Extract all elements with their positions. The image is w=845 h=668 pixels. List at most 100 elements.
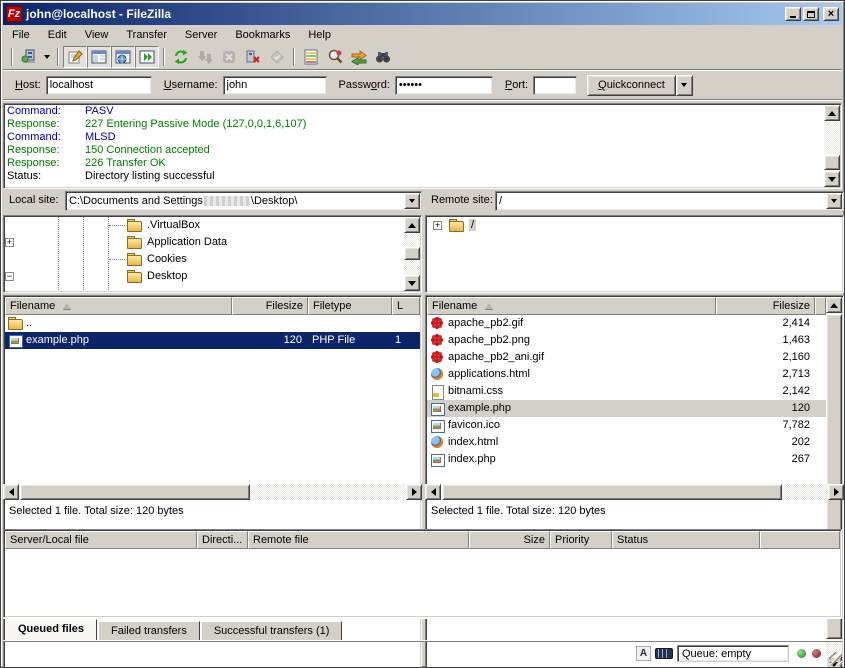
directory-comparison-button[interactable] <box>299 46 323 68</box>
column-header-status[interactable]: Status <box>612 531 760 549</box>
site-manager-dropdown[interactable] <box>41 46 53 68</box>
quickconnect-button[interactable]: Quickconnect <box>587 75 676 96</box>
scroll-thumb[interactable] <box>442 484 782 500</box>
port-input[interactable] <box>533 76 577 95</box>
toolbar <box>3 44 842 70</box>
host-input[interactable] <box>46 76 152 95</box>
log-scrollbar[interactable] <box>824 105 840 187</box>
menu-item[interactable]: File <box>3 27 39 43</box>
scroll-thumb[interactable] <box>404 247 420 260</box>
minimize-button[interactable] <box>785 7 801 21</box>
synchronized-browsing-button[interactable] <box>347 46 371 68</box>
file-row[interactable]: apache_pb2.gif 2,414 <box>427 315 826 332</box>
speed-limits-icon[interactable] <box>655 648 673 659</box>
scroll-up-button[interactable] <box>404 217 420 233</box>
open-folder-icon <box>449 219 464 232</box>
tree-item-label: .VirtualBox <box>147 219 200 231</box>
menu-item[interactable]: Bookmarks <box>226 27 299 43</box>
file-row[interactable]: applications.html 2,713 <box>427 366 826 383</box>
file-row[interactable]: index.html 202 <box>427 434 826 451</box>
column-header-priority[interactable]: Priority <box>550 531 612 549</box>
password-input[interactable] <box>395 76 493 95</box>
column-header-local-file[interactable]: Server/Local file <box>5 531 197 549</box>
menu-item[interactable]: Transfer <box>117 27 176 43</box>
local-tree-scrollbar[interactable] <box>404 217 420 291</box>
column-header-filetype[interactable]: Filetype <box>308 297 392 315</box>
local-hscrollbar[interactable] <box>3 484 422 500</box>
log-line-text: 150 Connection accepted <box>85 144 210 156</box>
resize-grip[interactable] <box>829 652 842 665</box>
menu-item[interactable]: Edit <box>39 27 76 43</box>
ascii-data-type-icon[interactable]: A <box>636 646 651 661</box>
menu-item[interactable]: Server <box>176 27 226 43</box>
file-row[interactable]: example.php 120 PHP File 1 <box>5 332 420 349</box>
scroll-up-button[interactable] <box>826 297 842 313</box>
process-queue-button[interactable] <box>193 46 217 68</box>
scroll-right-button[interactable] <box>406 484 422 500</box>
file-row[interactable]: .. <box>5 315 420 332</box>
disconnect-button[interactable] <box>241 46 265 68</box>
close-button[interactable]: × <box>823 7 839 21</box>
local-path[interactable]: C:\Documents and Settings\Desktop\ <box>69 195 401 207</box>
username-input[interactable] <box>223 76 327 95</box>
remote-path[interactable]: / <box>499 195 823 207</box>
tree-expander[interactable]: + <box>433 221 442 230</box>
site-manager-button[interactable] <box>17 46 41 68</box>
column-header-filesize[interactable]: Filesize <box>716 297 815 315</box>
queue-list: Server/Local file Directi... Remote file… <box>3 529 842 618</box>
file-row[interactable]: example.php 120 <box>427 400 826 417</box>
menu-item[interactable]: View <box>76 27 118 43</box>
scroll-down-button[interactable] <box>824 171 840 187</box>
column-header-lastmodified[interactable]: L <box>392 297 420 315</box>
toggle-local-tree-button[interactable] <box>87 46 111 68</box>
local-path-dropdown[interactable] <box>404 193 420 209</box>
scroll-left-button[interactable] <box>425 484 441 500</box>
tree-item[interactable]: Cookies <box>5 251 403 268</box>
column-header-filename[interactable]: Filename <box>427 297 716 315</box>
refresh-button[interactable] <box>169 46 193 68</box>
menu-item[interactable]: Help <box>299 27 340 43</box>
column-header-direction[interactable]: Directi... <box>197 531 248 549</box>
toggle-transfer-queue-button[interactable] <box>135 46 159 68</box>
remote-tree: + / <box>425 215 844 293</box>
scroll-right-button[interactable] <box>828 484 844 500</box>
tree-expander[interactable]: + <box>5 238 14 247</box>
maximize-button[interactable] <box>803 7 819 21</box>
redacted-username <box>204 196 250 206</box>
quickconnect-dropdown[interactable] <box>676 75 693 96</box>
remote-hscrollbar[interactable] <box>425 484 844 500</box>
file-row[interactable]: apache_pb2.png 1,463 <box>427 332 826 349</box>
remote-path-dropdown[interactable] <box>826 193 842 209</box>
reconnect-button[interactable] <box>265 46 289 68</box>
queue-tab[interactable]: Successful transfers (1) <box>201 621 343 640</box>
scroll-left-button[interactable] <box>3 484 19 500</box>
column-header-size[interactable]: Size <box>469 531 550 549</box>
file-row[interactable]: favicon.ico 7,782 <box>427 417 826 434</box>
column-header-remote-file[interactable]: Remote file <box>248 531 469 549</box>
scroll-down-button[interactable] <box>404 275 420 291</box>
column-header-filename[interactable]: Filename <box>5 297 232 315</box>
tree-item[interactable]: + / <box>427 217 842 234</box>
toggle-message-log-button[interactable] <box>63 46 87 68</box>
scroll-up-button[interactable] <box>824 105 840 121</box>
scroll-thumb[interactable] <box>824 155 840 170</box>
cancel-operation-button[interactable] <box>217 46 241 68</box>
search-files-button[interactable] <box>371 46 395 68</box>
tree-item[interactable]: .VirtualBox <box>5 217 403 234</box>
file-row[interactable]: bitnami.css 2,142 <box>427 383 826 400</box>
queue-tab[interactable]: Failed transfers <box>98 621 200 640</box>
title-bar[interactable]: Fz john@localhost - FileZilla × <box>3 3 842 25</box>
column-header-filesize[interactable]: Filesize <box>232 297 308 315</box>
file-size: 202 <box>716 436 810 448</box>
tree-item[interactable]: − Desktop <box>5 268 403 285</box>
filename-filters-button[interactable] <box>323 46 347 68</box>
remote-site-combo[interactable]: / <box>495 191 844 211</box>
local-site-combo[interactable]: C:\Documents and Settings\Desktop\ <box>65 191 422 211</box>
file-row[interactable]: apache_pb2_ani.gif 2,160 <box>427 349 826 366</box>
tree-expander[interactable]: − <box>5 272 14 281</box>
queue-tab[interactable]: Queued files <box>5 619 97 640</box>
tree-item[interactable]: + Application Data <box>5 234 403 251</box>
file-row[interactable]: index.php 267 <box>427 451 826 468</box>
toggle-remote-tree-button[interactable] <box>111 46 135 68</box>
scroll-thumb[interactable] <box>20 484 250 500</box>
